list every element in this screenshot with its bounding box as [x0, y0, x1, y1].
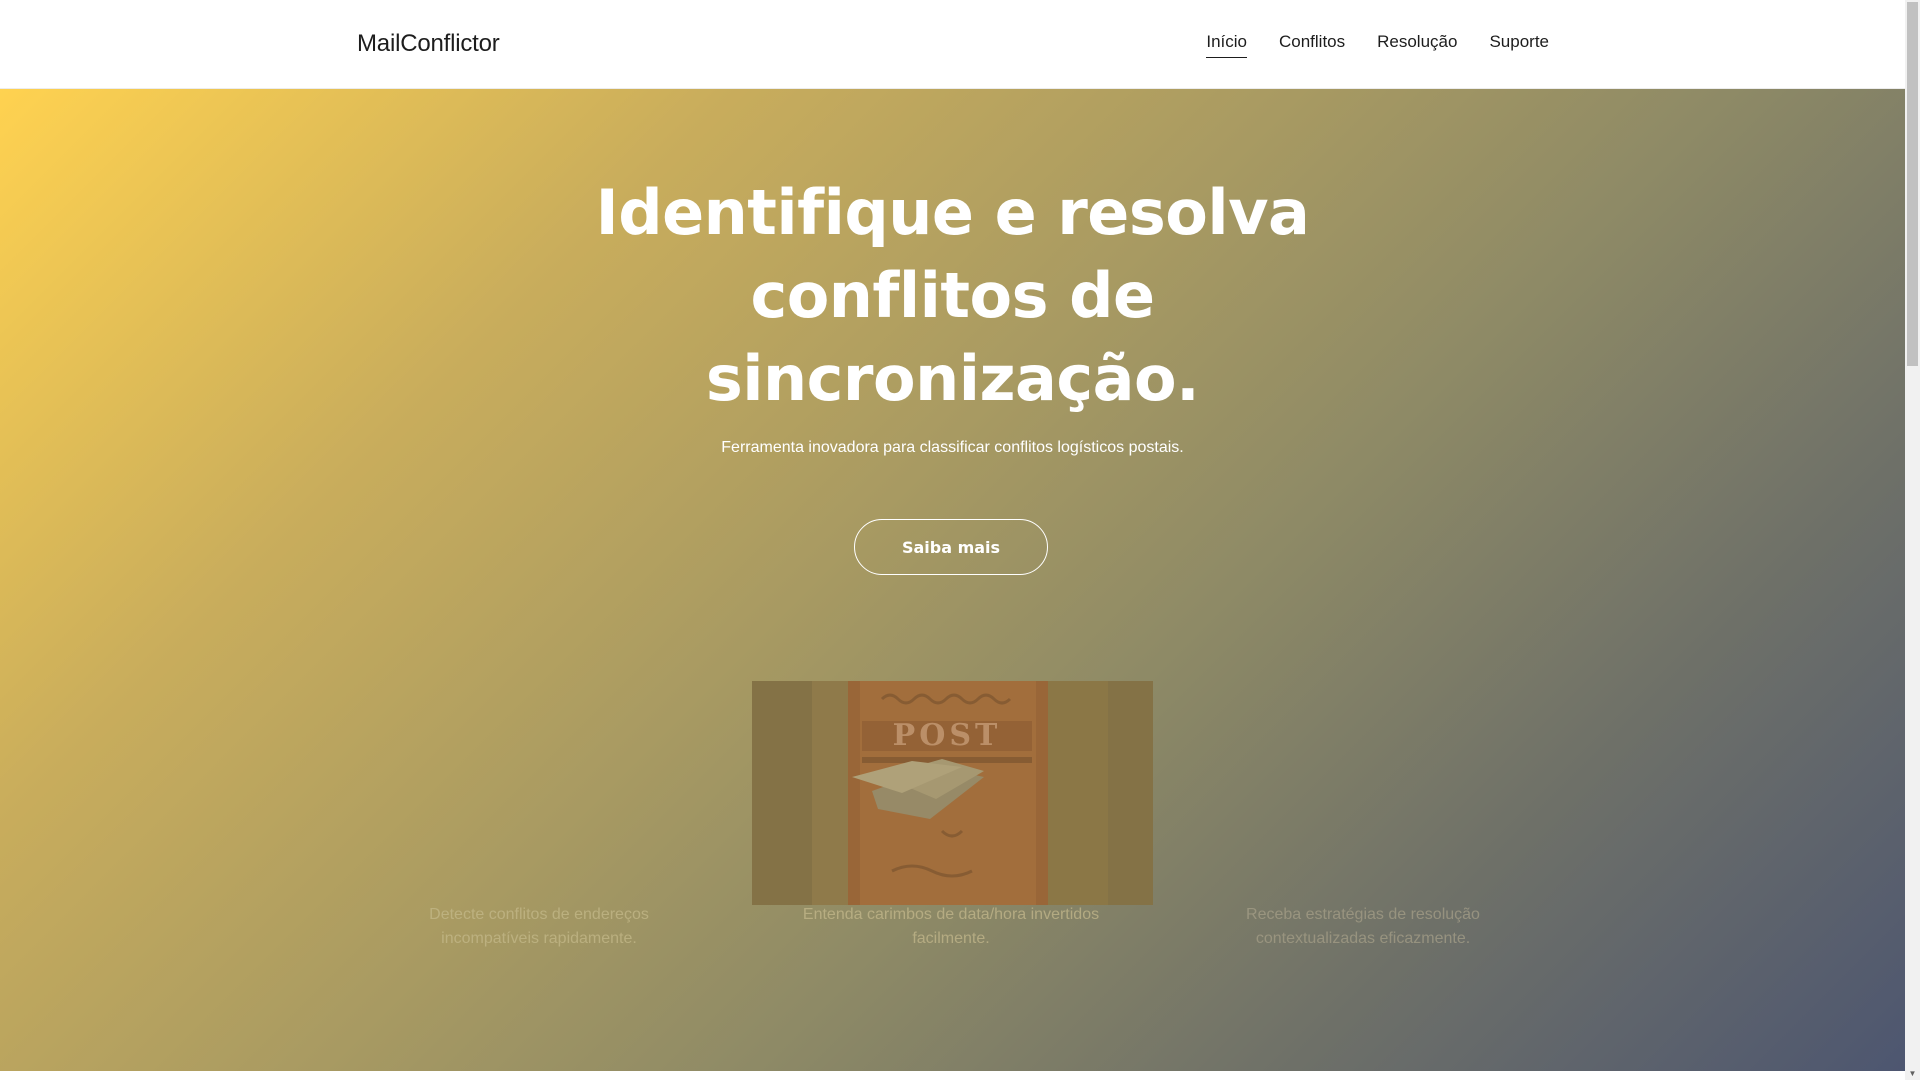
nav-item-resolucao[interactable]: Resolução — [1377, 32, 1457, 58]
saiba-mais-button[interactable]: Saiba mais — [854, 519, 1048, 575]
nav-item-suporte[interactable]: Suporte — [1489, 32, 1549, 58]
mailbox-image: POST — [752, 681, 1153, 905]
scrollbar-thumb[interactable] — [1907, 2, 1918, 366]
feature-text-estrategias: Receba estratégias de resolução contextu… — [1246, 906, 1480, 947]
feature-text-carimbos: Entenda carimbos de data/hora invertidos… — [802, 906, 1100, 947]
hero-section: Identifique e resolva conflitos de sincr… — [0, 89, 1905, 1071]
hero-title-line-1: Identifique e resolva — [595, 176, 1310, 249]
hero-title-line-3: sincronização. — [705, 342, 1200, 415]
nav-item-inicio[interactable]: Início — [1206, 32, 1247, 58]
page-bottom-edge — [0, 1071, 1905, 1080]
brand-logo[interactable]: MailConflictor — [357, 30, 500, 58]
mailbox-illustration: POST — [752, 681, 1153, 905]
hero-subtitle: Ferramenta inovadora para classificar co… — [721, 439, 1184, 456]
main-nav: Início Conflitos Resolução Suporte — [1206, 32, 1549, 58]
scroll-down-arrow-icon[interactable]: ▼ — [1908, 1069, 1917, 1078]
vertical-scrollbar[interactable]: ▼ — [1905, 0, 1920, 1080]
site-header: MailConflictor Início Conflitos Resoluçã… — [0, 0, 1905, 89]
feature-text-enderecos: Detecte conflitos de endereços incompatí… — [429, 906, 649, 947]
hero-title-line-2: conflitos de — [750, 259, 1155, 332]
hero-title: Identifique e resolva conflitos de sincr… — [0, 171, 1905, 420]
page: MailConflictor Início Conflitos Resoluçã… — [0, 0, 1920, 1080]
nav-item-conflitos[interactable]: Conflitos — [1279, 32, 1345, 58]
